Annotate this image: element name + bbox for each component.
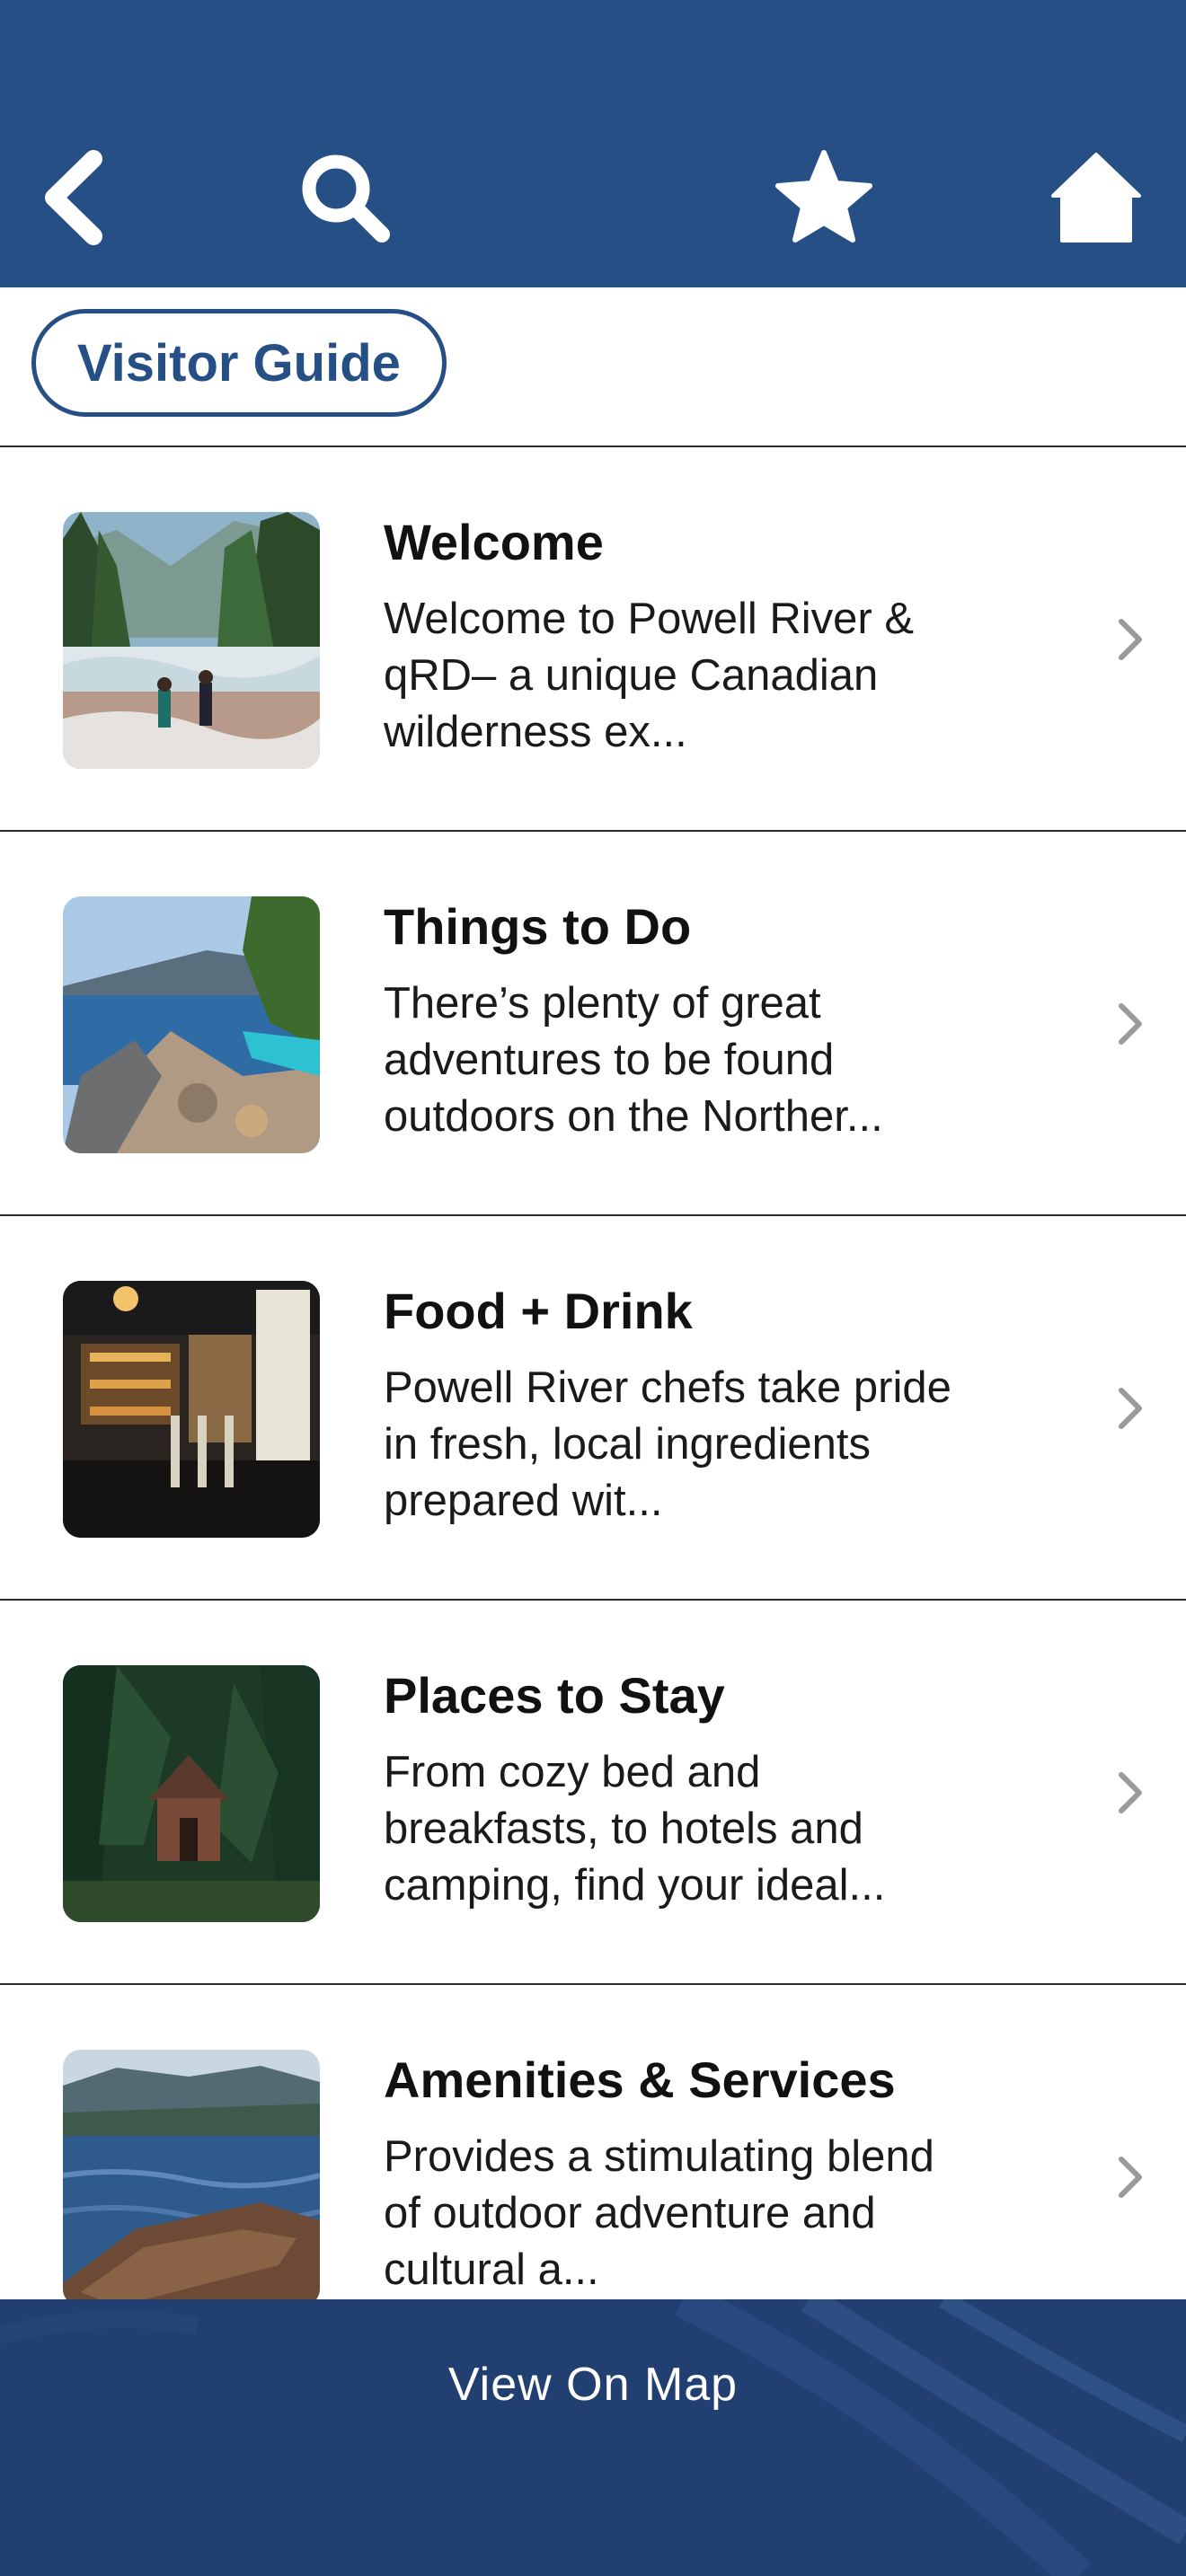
favorites-button[interactable] — [770, 144, 878, 251]
chevron-right-icon — [1119, 1772, 1142, 1813]
guide-list: Welcome Welcome to Powell River & qRD– a… — [0, 447, 1186, 2369]
visitor-guide-chip[interactable]: Visitor Guide — [31, 309, 447, 417]
chevron-right-icon — [1119, 2157, 1142, 2198]
chevron-right-icon — [1119, 1003, 1142, 1045]
list-item-welcome[interactable]: Welcome Welcome to Powell River & qRD– a… — [0, 447, 1186, 832]
search-button[interactable] — [291, 144, 399, 251]
home-icon — [1051, 153, 1141, 243]
list-item-food-drink[interactable]: Food + Drink Powell River chefs take pri… — [0, 1216, 1186, 1601]
item-description: Welcome to Powell River & qRD– a unique … — [384, 595, 915, 756]
item-title: Amenities & Services — [384, 2051, 896, 2108]
item-description: There’s plenty of great adventures to be… — [384, 979, 883, 1141]
bar-taps-photo — [63, 1281, 320, 1538]
chevron-right-icon — [1119, 1388, 1142, 1429]
star-icon — [775, 150, 872, 243]
item-title: Food + Drink — [384, 1283, 693, 1339]
lake-driftwood-photo — [63, 2050, 320, 2307]
chevron-left-icon — [45, 150, 102, 245]
item-description: From cozy bed and breakfasts, to hotels … — [384, 1748, 886, 1910]
home-button[interactable] — [1042, 144, 1150, 251]
item-description: Provides a stimulating blend of outdoor … — [384, 2132, 934, 2294]
item-title: Welcome — [384, 514, 604, 570]
item-title: Places to Stay — [384, 1667, 725, 1724]
section-header: Visitor Guide — [0, 287, 1186, 447]
app-screen: Visitor Guide Welcome Welcome to Powell … — [0, 0, 1186, 2576]
back-button[interactable] — [20, 144, 128, 251]
chevron-right-icon — [1119, 619, 1142, 660]
lake-kayak-photo — [63, 896, 320, 1153]
item-description: Powell River chefs take pride in fresh, … — [384, 1363, 951, 1525]
view-on-map-button[interactable]: View On Map — [0, 2299, 1186, 2470]
river-hikers-photo — [63, 512, 320, 769]
top-nav-bar — [0, 0, 1186, 287]
search-icon — [302, 154, 390, 243]
list-item-things-to-do[interactable]: Things to Do There’s plenty of great adv… — [0, 832, 1186, 1216]
bottom-bar: View On Map — [0, 2299, 1186, 2576]
item-title: Things to Do — [384, 898, 692, 955]
forest-cabin-photo — [63, 1665, 320, 1922]
list-item-places-to-stay[interactable]: Places to Stay From cozy bed and breakfa… — [0, 1601, 1186, 1985]
